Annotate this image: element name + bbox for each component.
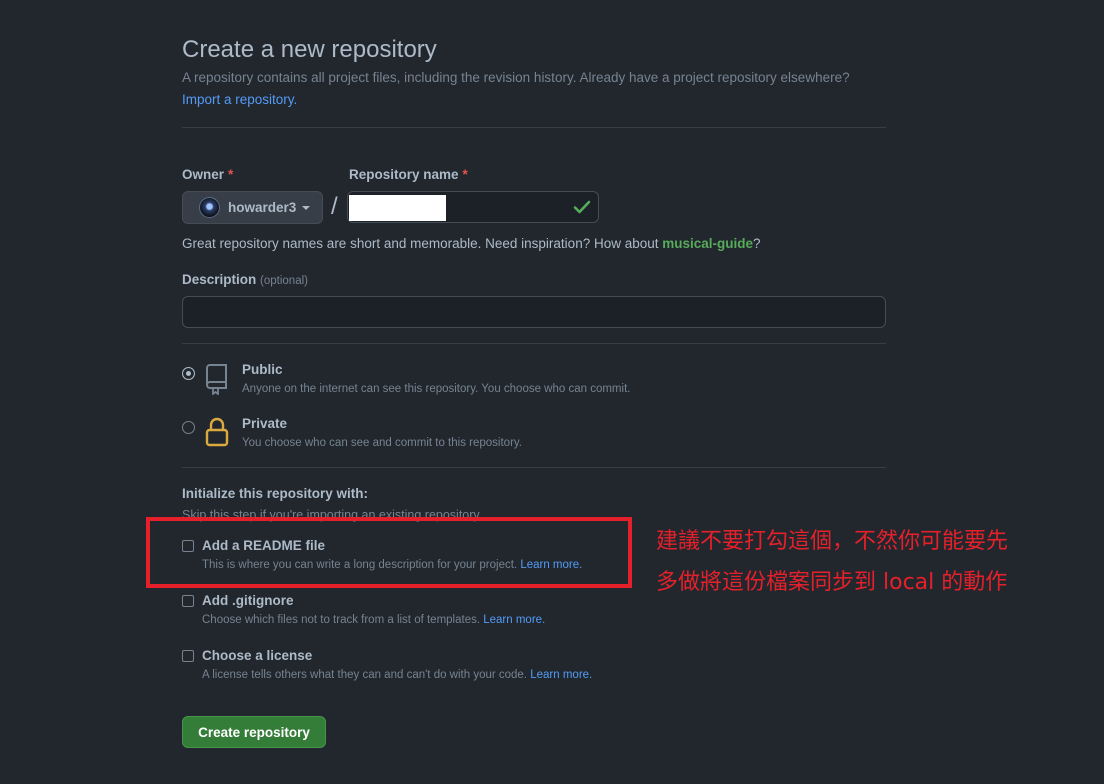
chevron-down-icon: [302, 205, 311, 210]
owner-label-text: Owner: [182, 167, 225, 182]
description-input[interactable]: [182, 296, 886, 328]
required-mark: *: [228, 167, 234, 182]
annotation-line-1: 建議不要打勾這個，不然你可能要先: [656, 529, 1009, 554]
avatar: [199, 197, 220, 218]
hint-text: Great repository names are short and mem…: [182, 236, 663, 251]
description-label: Description (optional): [182, 272, 308, 287]
description-label-text: Description: [182, 272, 257, 287]
gitignore-learn-more-link[interactable]: Learn more.: [483, 614, 545, 626]
check-icon: [573, 200, 591, 214]
optional-tag: (optional): [260, 275, 308, 287]
owner-dropdown[interactable]: howarder3: [182, 191, 323, 224]
required-mark: *: [462, 167, 468, 182]
suggested-name-link[interactable]: musical-guide: [662, 236, 753, 251]
license-title: Choose a license: [202, 648, 313, 663]
lock-icon: [205, 417, 229, 447]
license-learn-more-link[interactable]: Learn more.: [530, 669, 592, 681]
annotation-highlight-box: [146, 517, 632, 588]
divider: [182, 127, 886, 128]
owner-name: howarder3: [228, 200, 297, 215]
divider: [182, 343, 886, 344]
repo-icon: [206, 364, 227, 395]
license-desc-text: A license tells others what they can and…: [202, 669, 528, 681]
page-subtitle: A repository contains all project files,…: [182, 70, 850, 85]
radio-private[interactable]: [182, 421, 195, 434]
hint-suffix: ?: [753, 236, 761, 251]
page-title: Create a new repository: [182, 36, 437, 63]
repo-name-label: Repository name *: [349, 167, 468, 182]
create-repository-button[interactable]: Create repository: [182, 716, 326, 748]
owner-label: Owner *: [182, 167, 233, 182]
gitignore-desc-text: Choose which files not to track from a l…: [202, 614, 481, 626]
gitignore-title: Add .gitignore: [202, 593, 294, 608]
public-title: Public: [242, 362, 283, 377]
license-checkbox[interactable]: [182, 650, 194, 662]
public-desc: Anyone on the internet can see this repo…: [242, 383, 631, 395]
radio-public[interactable]: [182, 367, 195, 380]
divider: [182, 467, 886, 468]
redacted-repo-name: [349, 195, 446, 221]
gitignore-desc: Choose which files not to track from a l…: [202, 614, 545, 626]
import-repository-link[interactable]: Import a repository.: [182, 92, 297, 107]
owner-repo-separator: /: [331, 193, 338, 220]
gitignore-checkbox[interactable]: [182, 595, 194, 607]
private-title: Private: [242, 416, 288, 431]
create-repository-page: Create a new repository A repository con…: [0, 0, 1104, 784]
repo-name-label-text: Repository name: [349, 167, 459, 182]
license-desc: A license tells others what they can and…: [202, 669, 592, 681]
init-heading: Initialize this repository with:: [182, 486, 369, 501]
private-desc: You choose who can see and commit to thi…: [242, 437, 522, 449]
repo-name-hint: Great repository names are short and mem…: [182, 236, 761, 251]
annotation-line-2: 多做將這份檔案同步到 local 的動作: [656, 570, 1008, 595]
